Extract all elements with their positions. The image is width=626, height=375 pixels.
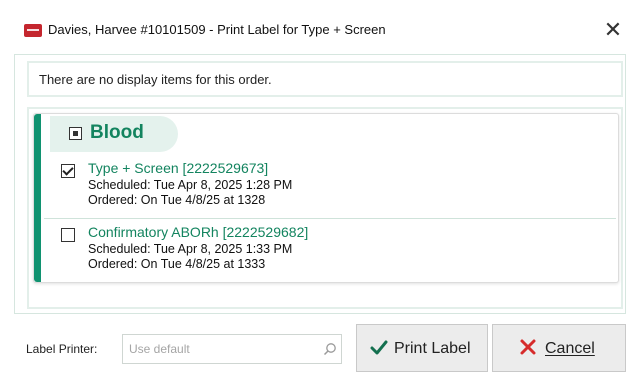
group-select-checkbox[interactable] — [69, 127, 82, 140]
group-header: Blood — [50, 116, 178, 152]
order-ordered: Ordered: On Tue 4/8/25 at 1328 — [88, 193, 266, 207]
item-divider — [44, 218, 616, 219]
content-area: There are no display items for this orde… — [14, 54, 626, 314]
order-title[interactable]: Confirmatory ABORh [2222529682] — [88, 224, 308, 240]
order-scheduled: Scheduled: Tue Apr 8, 2025 1:33 PM — [88, 242, 293, 256]
print-label-button-text: Print Label — [394, 340, 471, 357]
cancel-button[interactable]: Cancel — [492, 324, 626, 372]
search-icon[interactable] — [323, 342, 337, 356]
order-scheduled: Scheduled: Tue Apr 8, 2025 1:28 PM — [88, 178, 293, 192]
order-item: Confirmatory ABORh [2222529682] Schedule… — [59, 222, 599, 282]
cancel-button-text: Cancel — [545, 340, 595, 357]
group-label: Blood — [90, 122, 144, 143]
order-panel: Blood Type + Screen [2222529673] Schedul… — [27, 107, 623, 309]
close-button[interactable]: ✕ — [599, 16, 626, 44]
order-item: Type + Screen [2222529673] Scheduled: Tu… — [59, 158, 599, 218]
app-logo-icon — [24, 24, 42, 37]
order-checkbox[interactable] — [61, 228, 75, 242]
blood-group-card: Blood Type + Screen [2222529673] Schedul… — [33, 113, 619, 283]
print-label-button[interactable]: Print Label — [356, 324, 488, 372]
print-label-dialog: Davies, Harvee #10101509 - Print Label f… — [14, 6, 626, 375]
checkmark-icon — [370, 340, 388, 355]
x-icon — [520, 339, 536, 355]
close-icon: ✕ — [603, 17, 623, 42]
group-accent-bar — [34, 114, 41, 282]
notice-text: There are no display items for this orde… — [39, 72, 272, 87]
notice-box: There are no display items for this orde… — [27, 61, 623, 97]
title-bar: Davies, Harvee #10101509 - Print Label f… — [14, 6, 626, 54]
order-title[interactable]: Type + Screen [2222529673] — [88, 160, 268, 176]
window-title: Davies, Harvee #10101509 - Print Label f… — [48, 22, 386, 37]
dialog-footer: Label Printer: Print Label Cancel — [14, 314, 626, 374]
label-printer-label: Label Printer: — [26, 342, 98, 356]
label-printer-input[interactable] — [122, 334, 342, 364]
order-ordered: Ordered: On Tue 4/8/25 at 1333 — [88, 257, 266, 271]
order-checkbox[interactable] — [61, 164, 75, 178]
